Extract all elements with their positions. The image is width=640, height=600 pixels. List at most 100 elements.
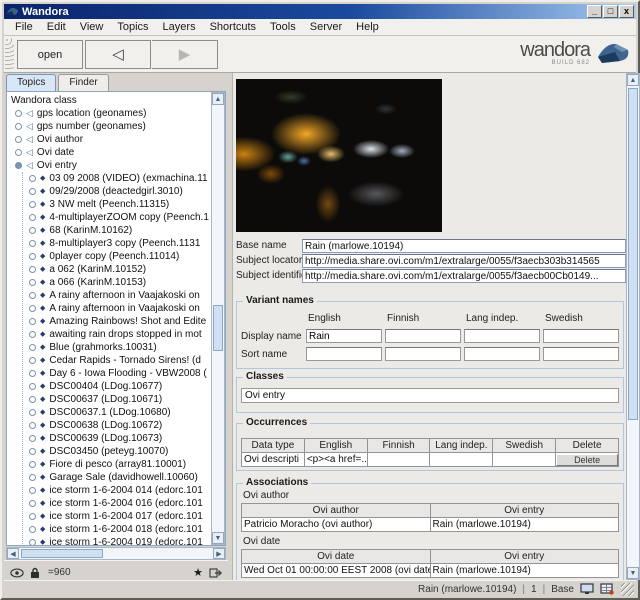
tree-item[interactable]: ◆ice storm 1-6-2004 017 (edorc.101 (23, 510, 210, 523)
open-button[interactable]: open (17, 40, 83, 69)
occurrence-value-cell[interactable] (367, 453, 430, 467)
expand-handle-icon[interactable] (29, 214, 36, 221)
association-row[interactable]: Wed Oct 01 00:00:00 EEST 2008 (ovi date)… (242, 564, 619, 578)
maximize-button[interactable]: □ (603, 5, 618, 18)
scroll-down-icon[interactable]: ▼ (627, 567, 639, 579)
tree-item[interactable]: ◆ice storm 1-6-2004 018 (edorc.101 (23, 523, 210, 536)
tree-item[interactable]: ◆Fiore di pesco (array81.10001) (23, 458, 210, 471)
variant-name-cell[interactable] (385, 347, 461, 361)
scroll-up-icon[interactable]: ▲ (627, 74, 639, 86)
menu-topics[interactable]: Topics (110, 20, 155, 34)
tree-item[interactable]: ◆09/29/2008 (deactedgirl.3010) (23, 185, 210, 198)
tree-item[interactable]: ◆03 09 2008 (VIDEO) (exmachina.11 (23, 172, 210, 185)
association-row[interactable]: Patricio Moracho (ovi author)Rain (marlo… (242, 518, 619, 532)
tree-item[interactable]: ◆3 NW melt (Peench.11315) (23, 198, 210, 211)
tree-item[interactable]: ◆awaiting rain drops stopped in mot (23, 328, 210, 341)
expand-handle-icon[interactable] (29, 396, 36, 403)
occurrence-type-cell[interactable]: Ovi descripti (242, 453, 305, 467)
tree-item[interactable]: ◆4-multiplayerZOOM copy (Peench.1 (23, 211, 210, 224)
tree-item[interactable]: ◆Blue (grahmorks.10031) (23, 341, 210, 354)
expand-handle-icon[interactable] (29, 487, 36, 494)
expand-handle-icon[interactable] (15, 110, 22, 117)
topic-tree[interactable]: Wandora class◁gps location (geonames)◁gp… (9, 94, 210, 545)
tree-item[interactable]: ◆Amazing Rainbows! Shot and Edite (23, 315, 210, 328)
tree-item[interactable]: ◁gps location (geonames) (9, 107, 210, 120)
forward-button[interactable]: ▶ (152, 40, 218, 69)
tree-item[interactable]: ◆A rainy afternoon in Vaajakoski on (23, 289, 210, 302)
expand-handle-icon[interactable] (29, 383, 36, 390)
tree-item[interactable]: ◆DSC03450 (peteyg.10070) (23, 445, 210, 458)
association-cell[interactable]: Wed Oct 01 00:00:00 EEST 2008 (ovi date) (242, 564, 431, 578)
menu-view[interactable]: View (73, 20, 111, 34)
layer-star-icon[interactable]: ★ (193, 566, 203, 579)
association-cell[interactable]: Patricio Moracho (ovi author) (242, 518, 431, 532)
tree-root[interactable]: Wandora class (9, 94, 210, 107)
menu-shortcuts[interactable]: Shortcuts (203, 20, 263, 34)
expand-handle-icon[interactable] (15, 123, 22, 130)
tree-item[interactable]: ◆0player copy (Peench.11014) (23, 250, 210, 263)
tree-item[interactable]: ◆68 (KarinM.10162) (23, 224, 210, 237)
tree-item[interactable]: ◆DSC00637 (LDog.10671) (23, 393, 210, 406)
scroll-up-icon[interactable]: ▲ (212, 93, 224, 105)
menu-layers[interactable]: Layers (156, 20, 203, 34)
expand-handle-icon[interactable] (29, 539, 36, 545)
base-name-input[interactable] (302, 239, 626, 253)
expand-handle-icon[interactable] (29, 240, 36, 247)
menu-edit[interactable]: Edit (40, 20, 73, 34)
menu-help[interactable]: Help (349, 20, 386, 34)
variant-name-cell[interactable] (385, 329, 461, 343)
delete-button[interactable]: Delete (556, 454, 618, 466)
tree-item[interactable]: ◆DSC00637.1 (LDog.10680) (23, 406, 210, 419)
tree-item[interactable]: ◆ice storm 1-6-2004 014 (edorc.101 (23, 484, 210, 497)
menu-file[interactable]: File (8, 20, 40, 34)
menu-tools[interactable]: Tools (263, 20, 303, 34)
editor-vscroll-thumb[interactable] (628, 88, 638, 420)
expand-handle-icon[interactable] (29, 474, 36, 481)
expand-handle-icon[interactable] (29, 292, 36, 299)
tree-vertical-scrollbar[interactable]: ▲ ▼ (211, 92, 225, 545)
expand-handle-icon[interactable] (29, 422, 36, 429)
subject-locator-input[interactable] (302, 254, 626, 268)
variant-name-cell[interactable] (306, 329, 382, 343)
tree-item[interactable]: ◆8-multiplayer3 copy (Peench.1131 (23, 237, 210, 250)
back-button[interactable]: ◁ (85, 40, 151, 69)
subject-identifiers-input[interactable] (302, 269, 626, 283)
tree-hscroll-thumb[interactable] (21, 549, 103, 558)
expand-handle-icon[interactable] (29, 201, 36, 208)
expand-handle-icon[interactable] (29, 318, 36, 325)
expand-handle-icon[interactable] (15, 162, 22, 169)
tree-item[interactable]: ◁Ovi author (9, 133, 210, 146)
expand-handle-icon[interactable] (29, 435, 36, 442)
expand-handle-icon[interactable] (29, 513, 36, 520)
expand-handle-icon[interactable] (29, 500, 36, 507)
association-cell[interactable]: Rain (marlowe.10194) (430, 564, 619, 578)
close-button[interactable]: x (619, 5, 634, 18)
variant-name-cell[interactable] (464, 347, 540, 361)
tree-item[interactable]: ◆A rainy afternoon in Vaajakoski on (23, 302, 210, 315)
tree-item[interactable]: ◆ice storm 1-6-2004 019 (edorc.101 (23, 536, 210, 545)
class-value[interactable]: Ovi entry (241, 388, 619, 403)
tree-item[interactable]: ◆Cedar Rapids - Tornado Sirens! (d (23, 354, 210, 367)
editor-vertical-scrollbar[interactable]: ▲ ▼ (626, 73, 640, 580)
tree-item[interactable]: ◁gps number (geonames) (9, 120, 210, 133)
tab-finder[interactable]: Finder (58, 74, 108, 91)
occurrence-value-cell[interactable] (493, 453, 556, 467)
tree-item[interactable]: ◆Day 6 - Iowa Flooding - VBW2008 ( (23, 367, 210, 380)
variant-name-cell[interactable] (464, 329, 540, 343)
scroll-left-icon[interactable]: ◀ (7, 548, 19, 559)
tree-item[interactable]: ◆DSC00404 (LDog.10677) (23, 380, 210, 393)
menu-server[interactable]: Server (303, 20, 349, 34)
tree-item[interactable]: ◆Garage Sale (davidhowell.10060) (23, 471, 210, 484)
expand-handle-icon[interactable] (29, 331, 36, 338)
tree-item[interactable]: ◆a 062 (KarinM.10152) (23, 263, 210, 276)
expand-handle-icon[interactable] (29, 188, 36, 195)
association-cell[interactable]: Rain (marlowe.10194) (430, 518, 619, 532)
expand-handle-icon[interactable] (29, 370, 36, 377)
window-resize-grip[interactable] (621, 583, 634, 596)
variant-name-cell[interactable] (543, 347, 619, 361)
variant-name-cell[interactable] (543, 329, 619, 343)
expand-handle-icon[interactable] (29, 344, 36, 351)
expand-handle-icon[interactable] (29, 526, 36, 533)
expand-handle-icon[interactable] (29, 448, 36, 455)
status-layers-icon[interactable] (600, 583, 614, 595)
